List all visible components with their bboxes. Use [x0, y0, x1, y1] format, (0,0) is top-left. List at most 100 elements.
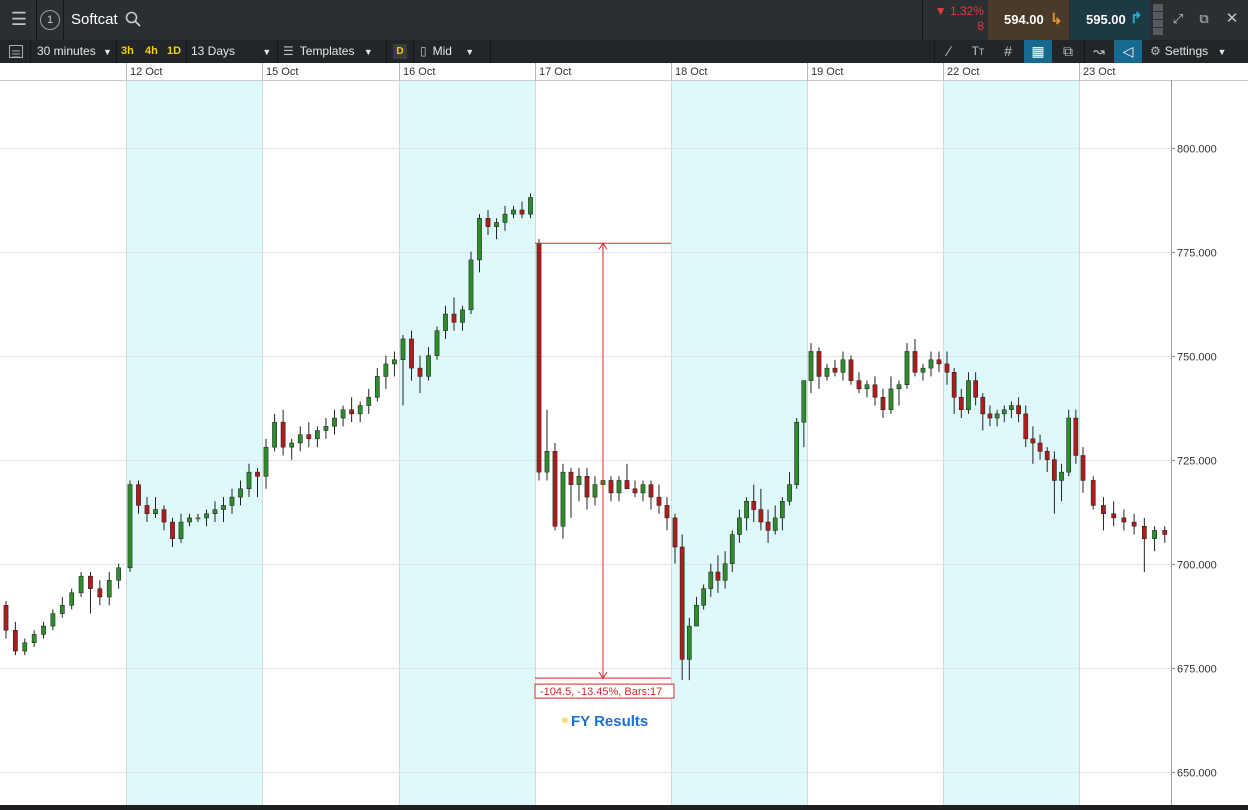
candle-body: [78, 575, 84, 594]
candle-body: [1111, 513, 1117, 519]
popout-icon[interactable]: ⧉: [1194, 8, 1214, 30]
grid-icon[interactable]: #: [996, 40, 1020, 63]
candle-body: [568, 471, 574, 485]
candle: [912, 338, 918, 377]
candle-body: [640, 484, 646, 494]
crosshair-icon[interactable]: ▦: [1024, 40, 1052, 63]
buy-button[interactable]: 595.00 ↱: [1070, 0, 1150, 40]
candle: [632, 480, 638, 498]
candle-body: [195, 517, 201, 520]
clone-icon[interactable]: ⧉: [1056, 40, 1080, 63]
candle-body: [584, 476, 590, 498]
list-icon[interactable]: [9, 45, 23, 58]
candle-body: [13, 629, 18, 652]
candle-body: [212, 509, 218, 514]
candle-body: [616, 480, 622, 494]
interval-3h-button[interactable]: 3h: [121, 40, 134, 63]
candle-body: [460, 309, 465, 323]
settings-button[interactable]: ⚙ Settings ▼: [1150, 40, 1226, 64]
y-tick-label: 775.000: [1177, 248, 1217, 260]
range-label: 13 Days: [191, 44, 236, 58]
candle: [374, 368, 380, 402]
candle-body: [904, 351, 910, 385]
candle: [864, 380, 870, 398]
window-number-badge[interactable]: 1: [40, 10, 60, 30]
y-tick-label: 650.000: [1177, 768, 1217, 780]
measure-label: -104.5, -13.45%, Bars:17: [540, 686, 662, 698]
candle: [544, 409, 550, 481]
candle-body: [944, 363, 950, 373]
search-icon[interactable]: [125, 11, 141, 27]
candle: [848, 355, 854, 385]
candle: [648, 480, 654, 510]
d-button[interactable]: D: [393, 44, 407, 59]
candle-body: [409, 338, 414, 369]
candle-body: [178, 521, 184, 539]
candle-body: [864, 384, 870, 390]
draw-line-icon[interactable]: ∕: [938, 40, 960, 63]
text-size-icon[interactable]: TT: [966, 40, 990, 64]
candle-body: [50, 613, 56, 627]
candle-body: [701, 588, 706, 606]
candle-body: [624, 480, 630, 490]
candle-body: [808, 351, 814, 381]
sell-arrow-icon: ↳: [1050, 11, 1063, 28]
candle: [832, 359, 838, 377]
x-tick-label: 17 Oct: [539, 66, 571, 78]
candle: [880, 388, 886, 419]
candle: [679, 534, 685, 681]
candle-body: [417, 367, 423, 377]
candle: [1121, 509, 1127, 531]
candle-body: [161, 509, 167, 523]
candle-body: [672, 517, 678, 548]
sell-button[interactable]: 594.00 ↳: [988, 0, 1069, 40]
candle-body: [912, 351, 918, 373]
close-icon[interactable]: ✕: [1222, 8, 1242, 30]
candle-body: [1059, 471, 1064, 481]
range-select[interactable]: 13 Days ▼: [191, 40, 271, 64]
templates-select[interactable]: ☰ Templates ▼: [283, 40, 373, 64]
menu-icon[interactable]: ☰: [8, 8, 30, 30]
chevron-down-icon: ▼: [262, 47, 272, 57]
candle-body: [374, 376, 380, 398]
sell-price: 594.00: [1004, 12, 1044, 27]
interval-4h-button[interactable]: 4h: [145, 40, 158, 63]
candle-body: [229, 496, 235, 506]
candle: [584, 467, 590, 510]
expand-icon[interactable]: ⤢: [1168, 8, 1188, 30]
candle-body: [973, 380, 978, 398]
interval-select[interactable]: 30 minutes ▼: [37, 40, 112, 64]
tag-icon[interactable]: ◁: [1114, 40, 1142, 63]
chart-toolbar: 30 minutes ▼ 3h 4h 1D 13 Days ▼ ☰ Templat…: [0, 40, 1248, 64]
indicator-icon[interactable]: ↝: [1088, 40, 1110, 63]
price-chart[interactable]: 650.000 675.000 700.000 725.000 750.000 775.0…: [0, 63, 1248, 805]
candle: [127, 480, 133, 572]
chevron-down-icon: ▼: [465, 47, 475, 57]
candle-body: [715, 571, 721, 581]
price-type-select[interactable]: ▯ Mid ▼: [420, 40, 474, 64]
chart-canvas[interactable]: 650.000 675.000 700.000 725.000 750.000 775.0…: [0, 63, 1248, 805]
candle-body: [1121, 517, 1127, 523]
annotation-label: FY Results: [571, 713, 648, 730]
candle: [656, 484, 662, 514]
candle-body: [708, 571, 714, 589]
candle-body: [238, 488, 243, 498]
candle: [560, 463, 566, 539]
change-points: 8: [977, 19, 984, 33]
candle-body: [824, 367, 830, 377]
instrument-name[interactable]: Softcat: [71, 11, 118, 28]
candle-body: [648, 484, 654, 498]
candle-body: [1141, 525, 1147, 539]
interval-1d-button[interactable]: 1D: [167, 40, 181, 63]
change-indicator: ▼ 1.32% 8: [926, 4, 984, 36]
templates-label: Templates: [299, 44, 355, 58]
candle-body: [392, 359, 397, 365]
candle: [1090, 476, 1096, 510]
session-shade: [671, 80, 807, 805]
depth-bar-icon[interactable]: [1153, 4, 1163, 36]
candle: [1101, 497, 1106, 531]
candle-body: [187, 517, 192, 523]
candle-body: [772, 517, 778, 531]
candle-body: [297, 434, 303, 444]
candle: [59, 596, 65, 618]
